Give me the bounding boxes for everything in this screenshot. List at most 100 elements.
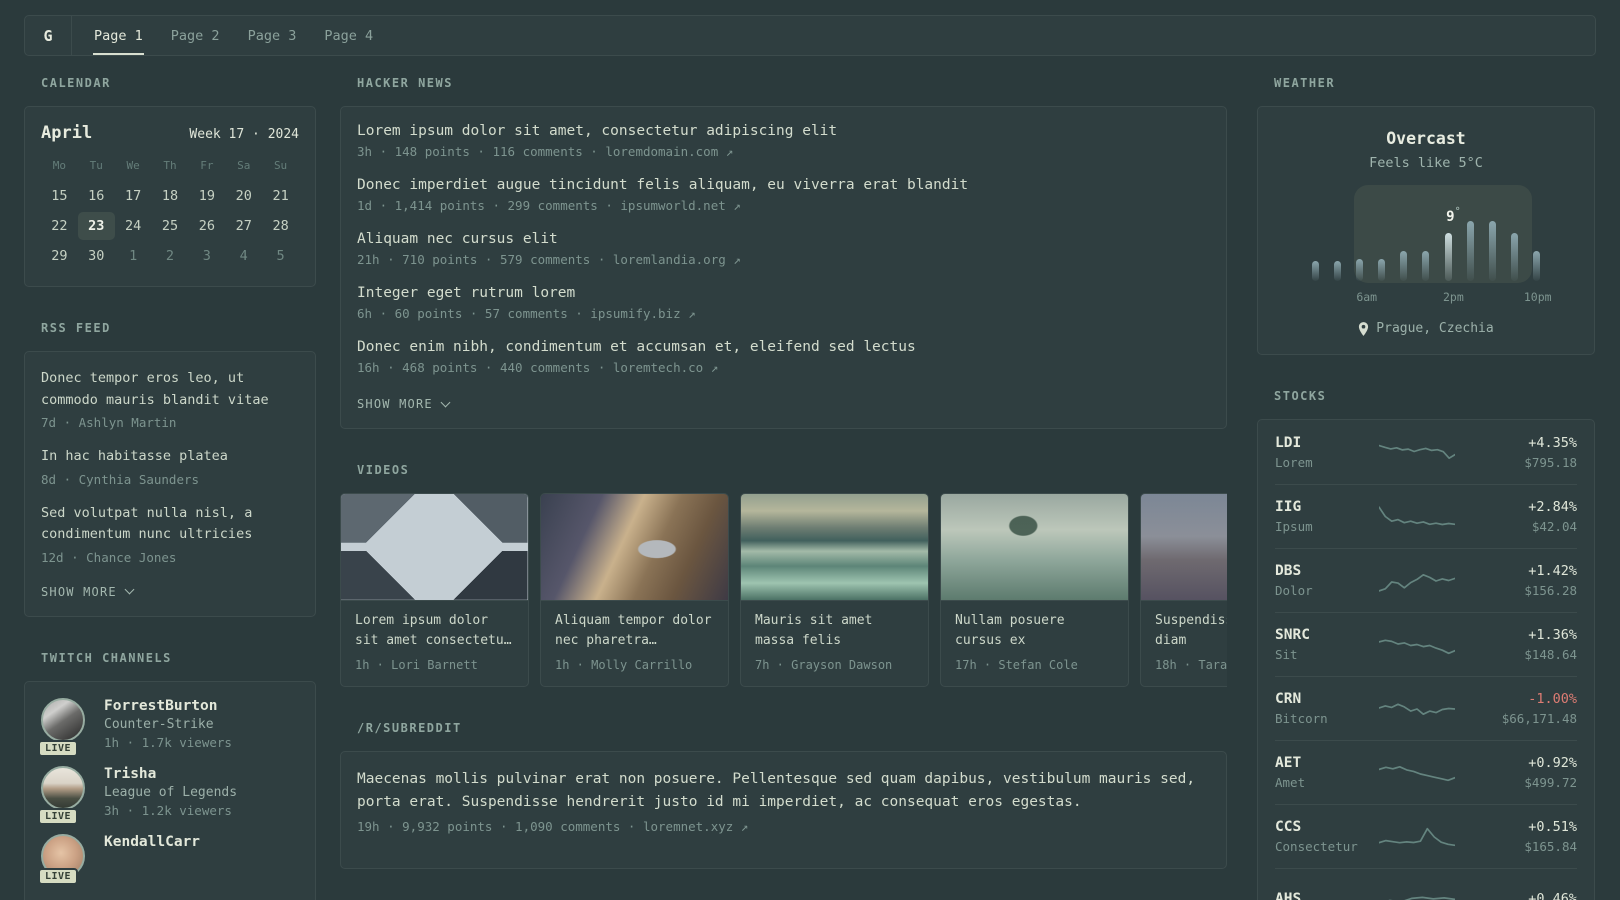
stock-symbol: DBS [1275,563,1302,579]
stock-identity: LDI Lorem [1275,435,1379,470]
hn-item-meta[interactable]: 6h · 60 points · 57 comments · ipsumify.… [357,306,1210,321]
tab-page-2[interactable]: Page 2 [157,16,234,55]
calendar-month: April [41,123,93,143]
twitch-channel-row[interactable]: LIVE ForrestBurton Counter-Strike 1h · 1… [38,697,299,757]
rss-widget: Donec tempor eros leo, ut commodo mauris… [24,351,316,617]
hn-show-more-button[interactable]: SHOW MORE [357,397,451,411]
video-card[interactable]: Nullam posuere cursus ex 17h · Stefan Co… [940,493,1129,687]
videos-row: Lorem ipsum dolor sit amet consectetu… 1… [340,493,1227,687]
video-card[interactable]: Lorem ipsum dolor sit amet consectetu… 1… [340,493,529,687]
chevron-down-icon [440,397,451,407]
hn-item-meta[interactable]: 3h · 148 points · 116 comments · loremdo… [357,144,1210,159]
twitch-channel-info: KendallCarr [104,834,200,878]
hn-item-title[interactable]: Donec enim nibh, condimentum et accumsan… [357,339,1210,355]
section-title-weather: WEATHER [1274,76,1336,90]
live-badge: LIVE [38,739,79,757]
stock-change: +1.42% [1528,563,1577,579]
rss-item-title[interactable]: In hac habitasse platea [41,446,299,468]
stocks-section: STOCKS LDI Lorem +4.35% $795.18 IIG Ipsu… [1257,389,1595,900]
stock-values: +0.92% $499.72 [1524,755,1577,790]
stock-values: -1.00% $66,171.48 [1502,691,1577,726]
location-pin-icon [1359,321,1369,336]
subreddit-post-title[interactable]: Maecenas mollis pulvinar erat non posuer… [357,768,1210,814]
twitch-channel-name[interactable]: KendallCarr [104,834,200,850]
video-body: Suspendisse vehicula diam 18h · Tara [1141,601,1227,686]
avatar[interactable] [41,765,85,810]
video-title[interactable]: Aliquam tempor dolor nec pharetra… [555,611,714,651]
tab-page-4[interactable]: Page 4 [310,16,387,55]
degree-symbol: ° [1454,205,1461,217]
stock-change: +2.84% [1528,499,1577,515]
hn-item-title[interactable]: Lorem ipsum dolor sit amet, consectetur … [357,123,1210,139]
video-thumbnail[interactable] [541,494,728,601]
video-card[interactable]: Suspendisse vehicula diam 18h · Tara [1140,493,1227,687]
twitch-channel-name[interactable]: ForrestBurton [104,698,232,714]
tab-page-1[interactable]: Page 1 [80,16,157,55]
stock-identity: CRN Bitcorn [1275,691,1379,726]
hn-item-title[interactable]: Donec imperdiet augue tincidunt felis al… [357,177,1210,193]
hn-item-meta[interactable]: 21h · 710 points · 579 comments · loreml… [357,252,1210,267]
video-title[interactable]: Mauris sit amet massa felis [755,611,914,651]
hn-item: Aliquam nec cursus elit 21h · 710 points… [357,231,1210,267]
tab-page-3[interactable]: Page 3 [234,16,311,55]
hn-item-title[interactable]: Integer eget rutrum lorem [357,285,1210,301]
video-thumbnail[interactable] [1141,494,1227,601]
video-thumbnail[interactable] [341,494,528,601]
calendar-day: 26 [198,218,215,234]
hn-item-title[interactable]: Aliquam nec cursus elit [357,231,1210,247]
stock-values: +1.42% $156.28 [1524,563,1577,598]
rss-show-more-button[interactable]: SHOW MORE [41,585,135,599]
stock-name: Sit [1275,647,1298,662]
weather-feels-like: Feels like 5°C [1369,155,1483,171]
rss-item-meta: 12d · Chance Jones [41,549,177,565]
stock-row[interactable]: CCS Consectetur +0.51% $165.84 [1275,804,1577,868]
twitch-channel-row[interactable]: LIVE Trisha League of Legends 3h · 1.2k … [38,765,299,825]
video-title[interactable]: Lorem ipsum dolor sit amet consectetu… [355,611,514,651]
video-title[interactable]: Suspendisse vehicula diam [1155,611,1227,651]
twitch-avatar-wrap: LIVE [38,697,87,757]
rss-item-title[interactable]: Sed volutpat nulla nisl, a condimentum n… [41,503,299,546]
calendar-day: 30 [88,248,105,264]
calendar-day: 24 [125,218,142,234]
video-meta: 1h · Lori Barnett [355,658,478,672]
calendar-widget: April Week 17 · 2024 Mo Tu We Th Fr Sa S… [24,106,316,287]
stock-row[interactable]: LDI Lorem +4.35% $795.18 [1275,420,1577,484]
stock-row[interactable]: SNRC Sit +1.36% $148.64 [1275,612,1577,676]
calendar-day-next-month: 2 [165,248,175,264]
stock-sparkline [1379,566,1455,596]
avatar[interactable] [41,697,85,742]
weekday-label: Mo [52,159,67,172]
twitch-channel-name[interactable]: Trisha [104,766,237,782]
stock-row[interactable]: IIG Ipsum +2.84% $42.04 [1275,484,1577,548]
calendar-section: CALENDAR April Week 17 · 2024 Mo Tu We T… [24,76,316,287]
stock-identity: IIG Ipsum [1275,499,1379,534]
hn-item-meta[interactable]: 16h · 468 points · 440 comments · loremt… [357,360,1210,375]
stock-row[interactable]: AET Amet +0.92% $499.72 [1275,740,1577,804]
calendar-day: 28 [272,218,289,234]
stock-sparkline [1379,758,1455,788]
video-title[interactable]: Nullam posuere cursus ex [955,611,1114,651]
weekday-label: Sa [237,159,251,172]
video-card[interactable]: Mauris sit amet massa felis 7h · Grayson… [740,493,929,687]
video-card[interactable]: Aliquam tempor dolor nec pharetra… 1h · … [540,493,729,687]
video-thumbnail[interactable] [941,494,1128,601]
twitch-channel-row[interactable]: LIVE KendallCarr [38,833,299,885]
video-meta: 17h · Stefan Cole [955,658,1078,672]
video-thumbnail[interactable] [741,494,928,601]
current-temp-label: 9° [1446,205,1461,225]
stock-row[interactable]: CRN Bitcorn -1.00% $66,171.48 [1275,676,1577,740]
stock-row[interactable]: AHS +0.46% [1275,868,1577,900]
stock-change: +0.46% [1528,890,1577,900]
app-logo[interactable]: G [25,16,72,55]
stock-row[interactable]: DBS Dolor +1.42% $156.28 [1275,548,1577,612]
stock-price: $66,171.48 [1501,711,1577,726]
subreddit-post-meta[interactable]: 19h · 9,932 points · 1,090 comments · lo… [357,819,1210,834]
calendar-day: 25 [161,218,179,234]
rss-item-title[interactable]: Donec tempor eros leo, ut commodo mauris… [41,368,299,411]
weather-location-label: Prague, Czechia [1376,321,1494,336]
hn-item-meta[interactable]: 1d · 1,414 points · 299 comments · ipsum… [357,198,1210,213]
video-meta: 18h · Tara [1155,658,1227,672]
time-tick: 2pm [1442,290,1464,304]
stock-price: $42.04 [1531,519,1577,534]
stock-symbol: CCS [1275,819,1302,835]
